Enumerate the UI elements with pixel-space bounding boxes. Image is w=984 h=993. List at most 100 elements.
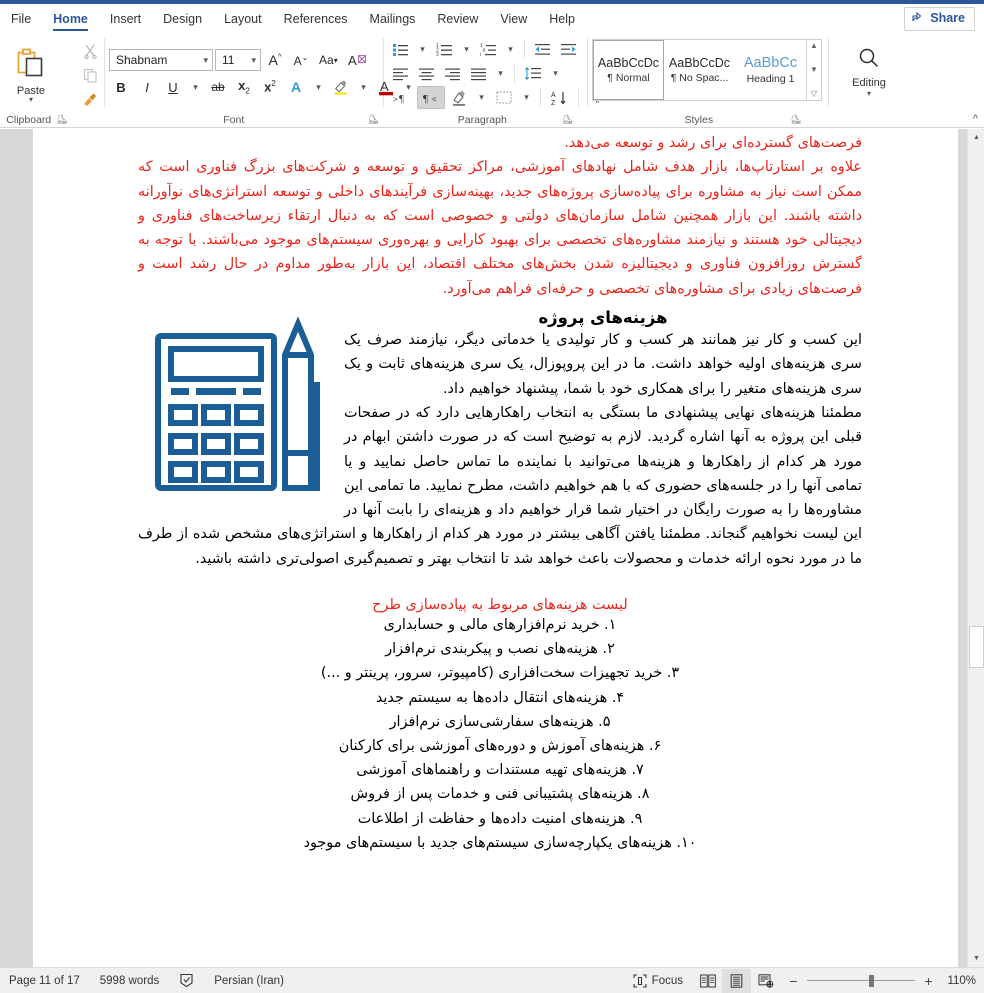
align-right-button[interactable]: [440, 62, 465, 85]
borders-button[interactable]: [491, 86, 517, 109]
font-name-combo[interactable]: Shabnam ▾: [109, 49, 213, 71]
font-group-body: Shabnam ▾ 11 ▾ A^ A⌄ Aa ▾ A B I U ▾ ab x…: [105, 33, 411, 112]
scroll-thumb[interactable]: [969, 626, 984, 668]
focus-mode-button[interactable]: Focus: [623, 968, 693, 993]
dialog-launcher-icon[interactable]: ⛸: [562, 114, 573, 125]
chevron-down-icon[interactable]: ▼: [810, 66, 818, 74]
page-indicator[interactable]: Page 11 of 17: [0, 968, 90, 993]
ltr-text-direction-button[interactable]: > ¶: [388, 86, 416, 109]
tab-file[interactable]: File: [0, 4, 42, 33]
tab-insert[interactable]: Insert: [99, 4, 152, 33]
editing-button[interactable]: Editing ▾: [838, 41, 900, 98]
numbering-button[interactable]: 123: [432, 38, 457, 61]
line-spacing-dropdown[interactable]: ▾: [547, 62, 564, 85]
print-layout-button[interactable]: [722, 968, 751, 993]
zoom-in-button[interactable]: +: [923, 973, 934, 989]
shrink-font-button[interactable]: A⌄: [289, 49, 313, 72]
dialog-launcher-icon[interactable]: ⛸: [368, 114, 379, 125]
more-styles-icon[interactable]: ▽: [811, 90, 817, 98]
editing-group-body: Editing ▾: [829, 33, 909, 112]
font-size-combo[interactable]: 11 ▾: [215, 49, 261, 71]
share-button[interactable]: Share: [904, 6, 975, 31]
text-effects-dropdown[interactable]: ▾: [310, 76, 327, 99]
tab-home[interactable]: Home: [42, 4, 99, 33]
tab-design[interactable]: Design: [152, 4, 213, 33]
rtl-text-direction-button[interactable]: ¶ <: [417, 86, 445, 109]
line-spacing-button[interactable]: [520, 62, 546, 85]
style-tile-normal[interactable]: AaBbCcDc ¶ Normal: [593, 40, 664, 100]
zoom-slider-thumb[interactable]: [869, 974, 874, 987]
zoom-level-label[interactable]: 110%: [942, 975, 976, 987]
bold-button[interactable]: B: [109, 76, 133, 99]
language-indicator[interactable]: Persian (Iran): [204, 968, 294, 993]
justify-button[interactable]: [466, 62, 491, 85]
underline-button[interactable]: U: [161, 76, 185, 99]
zoom-out-button[interactable]: −: [788, 973, 799, 989]
copy-button[interactable]: [78, 65, 102, 87]
document-page[interactable]: فرصت‌های گسترده‌ای برای رشد و توسعه می‌د…: [33, 129, 958, 967]
clear-formatting-button[interactable]: A: [344, 49, 371, 72]
scroll-down-arrow-icon[interactable]: ▼: [968, 950, 984, 967]
subscript-button[interactable]: x2: [232, 76, 256, 99]
tab-view[interactable]: View: [489, 4, 538, 33]
tab-mailings[interactable]: Mailings: [359, 4, 427, 33]
align-left-button[interactable]: [388, 62, 413, 85]
justify-dropdown[interactable]: ▾: [492, 62, 509, 85]
clipboard-mini-body: [74, 33, 104, 112]
italic-button[interactable]: I: [135, 76, 159, 99]
font-group-label: Font ⛸: [105, 112, 383, 127]
shading-dropdown[interactable]: ▾: [473, 86, 490, 109]
format-painter-button[interactable]: [78, 89, 102, 111]
highlight-dropdown[interactable]: ▾: [355, 76, 372, 99]
tab-review[interactable]: Review: [426, 4, 489, 33]
sort-button[interactable]: AZ: [546, 86, 573, 109]
word-count[interactable]: 5998 words: [90, 968, 169, 993]
change-case-button[interactable]: Aa ▾: [315, 49, 342, 72]
superscript-button[interactable]: x2: [258, 76, 282, 99]
zoom-slider[interactable]: [807, 974, 915, 988]
increase-indent-button[interactable]: [556, 38, 581, 61]
chevron-up-icon[interactable]: ▲: [810, 42, 818, 50]
chevron-down-icon: ▾: [316, 81, 321, 92]
paste-button[interactable]: Paste ▾: [4, 45, 58, 103]
ribbon-group-clipboard: Paste ▾ Clipboard ⛸: [0, 33, 74, 127]
collapse-ribbon-button[interactable]: ^: [973, 113, 978, 125]
underline-dropdown[interactable]: ▾: [187, 76, 204, 99]
style-tile-heading1[interactable]: AaBbCc Heading 1: [735, 40, 806, 100]
strikethrough-button[interactable]: ab: [206, 76, 230, 99]
style-tile-no-spacing[interactable]: AaBbCcDc ¶ No Spac...: [664, 40, 735, 100]
chevron-down-icon[interactable]: ▾: [867, 90, 871, 98]
tab-layout[interactable]: Layout: [213, 4, 273, 33]
multilevel-dropdown[interactable]: ▾: [502, 38, 519, 61]
cut-button[interactable]: [78, 41, 102, 63]
multilevel-list-button[interactable]: 1ai: [476, 38, 501, 61]
bullets-button[interactable]: [388, 38, 413, 61]
numbering-dropdown[interactable]: ▾: [458, 38, 475, 61]
scroll-up-arrow-icon[interactable]: ▲: [968, 129, 984, 146]
vertical-scrollbar[interactable]: ▲ ▼: [967, 129, 984, 967]
paste-dropdown-chevron-icon[interactable]: ▾: [29, 95, 33, 103]
proofing-status[interactable]: [169, 968, 204, 993]
dialog-launcher-icon[interactable]: ⛸: [790, 114, 801, 125]
bullets-icon: [393, 44, 408, 56]
tab-references[interactable]: References: [273, 4, 359, 33]
bullets-dropdown[interactable]: ▾: [414, 38, 431, 61]
read-mode-button[interactable]: [693, 969, 722, 993]
tab-help[interactable]: Help: [538, 4, 586, 33]
chevron-down-icon: ▾: [420, 44, 425, 54]
borders-dropdown[interactable]: ▾: [518, 86, 535, 109]
style-name-heading1: Heading 1: [746, 73, 795, 85]
text-effects-button[interactable]: A: [284, 76, 308, 99]
styles-group-label: Styles ⛸: [588, 112, 828, 127]
decrease-indent-button[interactable]: [530, 38, 555, 61]
dialog-launcher-icon[interactable]: ⛸: [56, 114, 67, 125]
zoom-slider-track: [807, 980, 915, 981]
grow-font-button[interactable]: A^: [263, 49, 287, 72]
tab-help-label: Help: [549, 11, 575, 26]
shading-button[interactable]: [446, 86, 472, 109]
align-center-button[interactable]: [414, 62, 439, 85]
web-layout-button[interactable]: [751, 969, 780, 993]
left-to-right-icon: > ¶: [393, 93, 404, 105]
highlight-button[interactable]: [329, 76, 353, 99]
svg-text:Z: Z: [551, 100, 556, 106]
